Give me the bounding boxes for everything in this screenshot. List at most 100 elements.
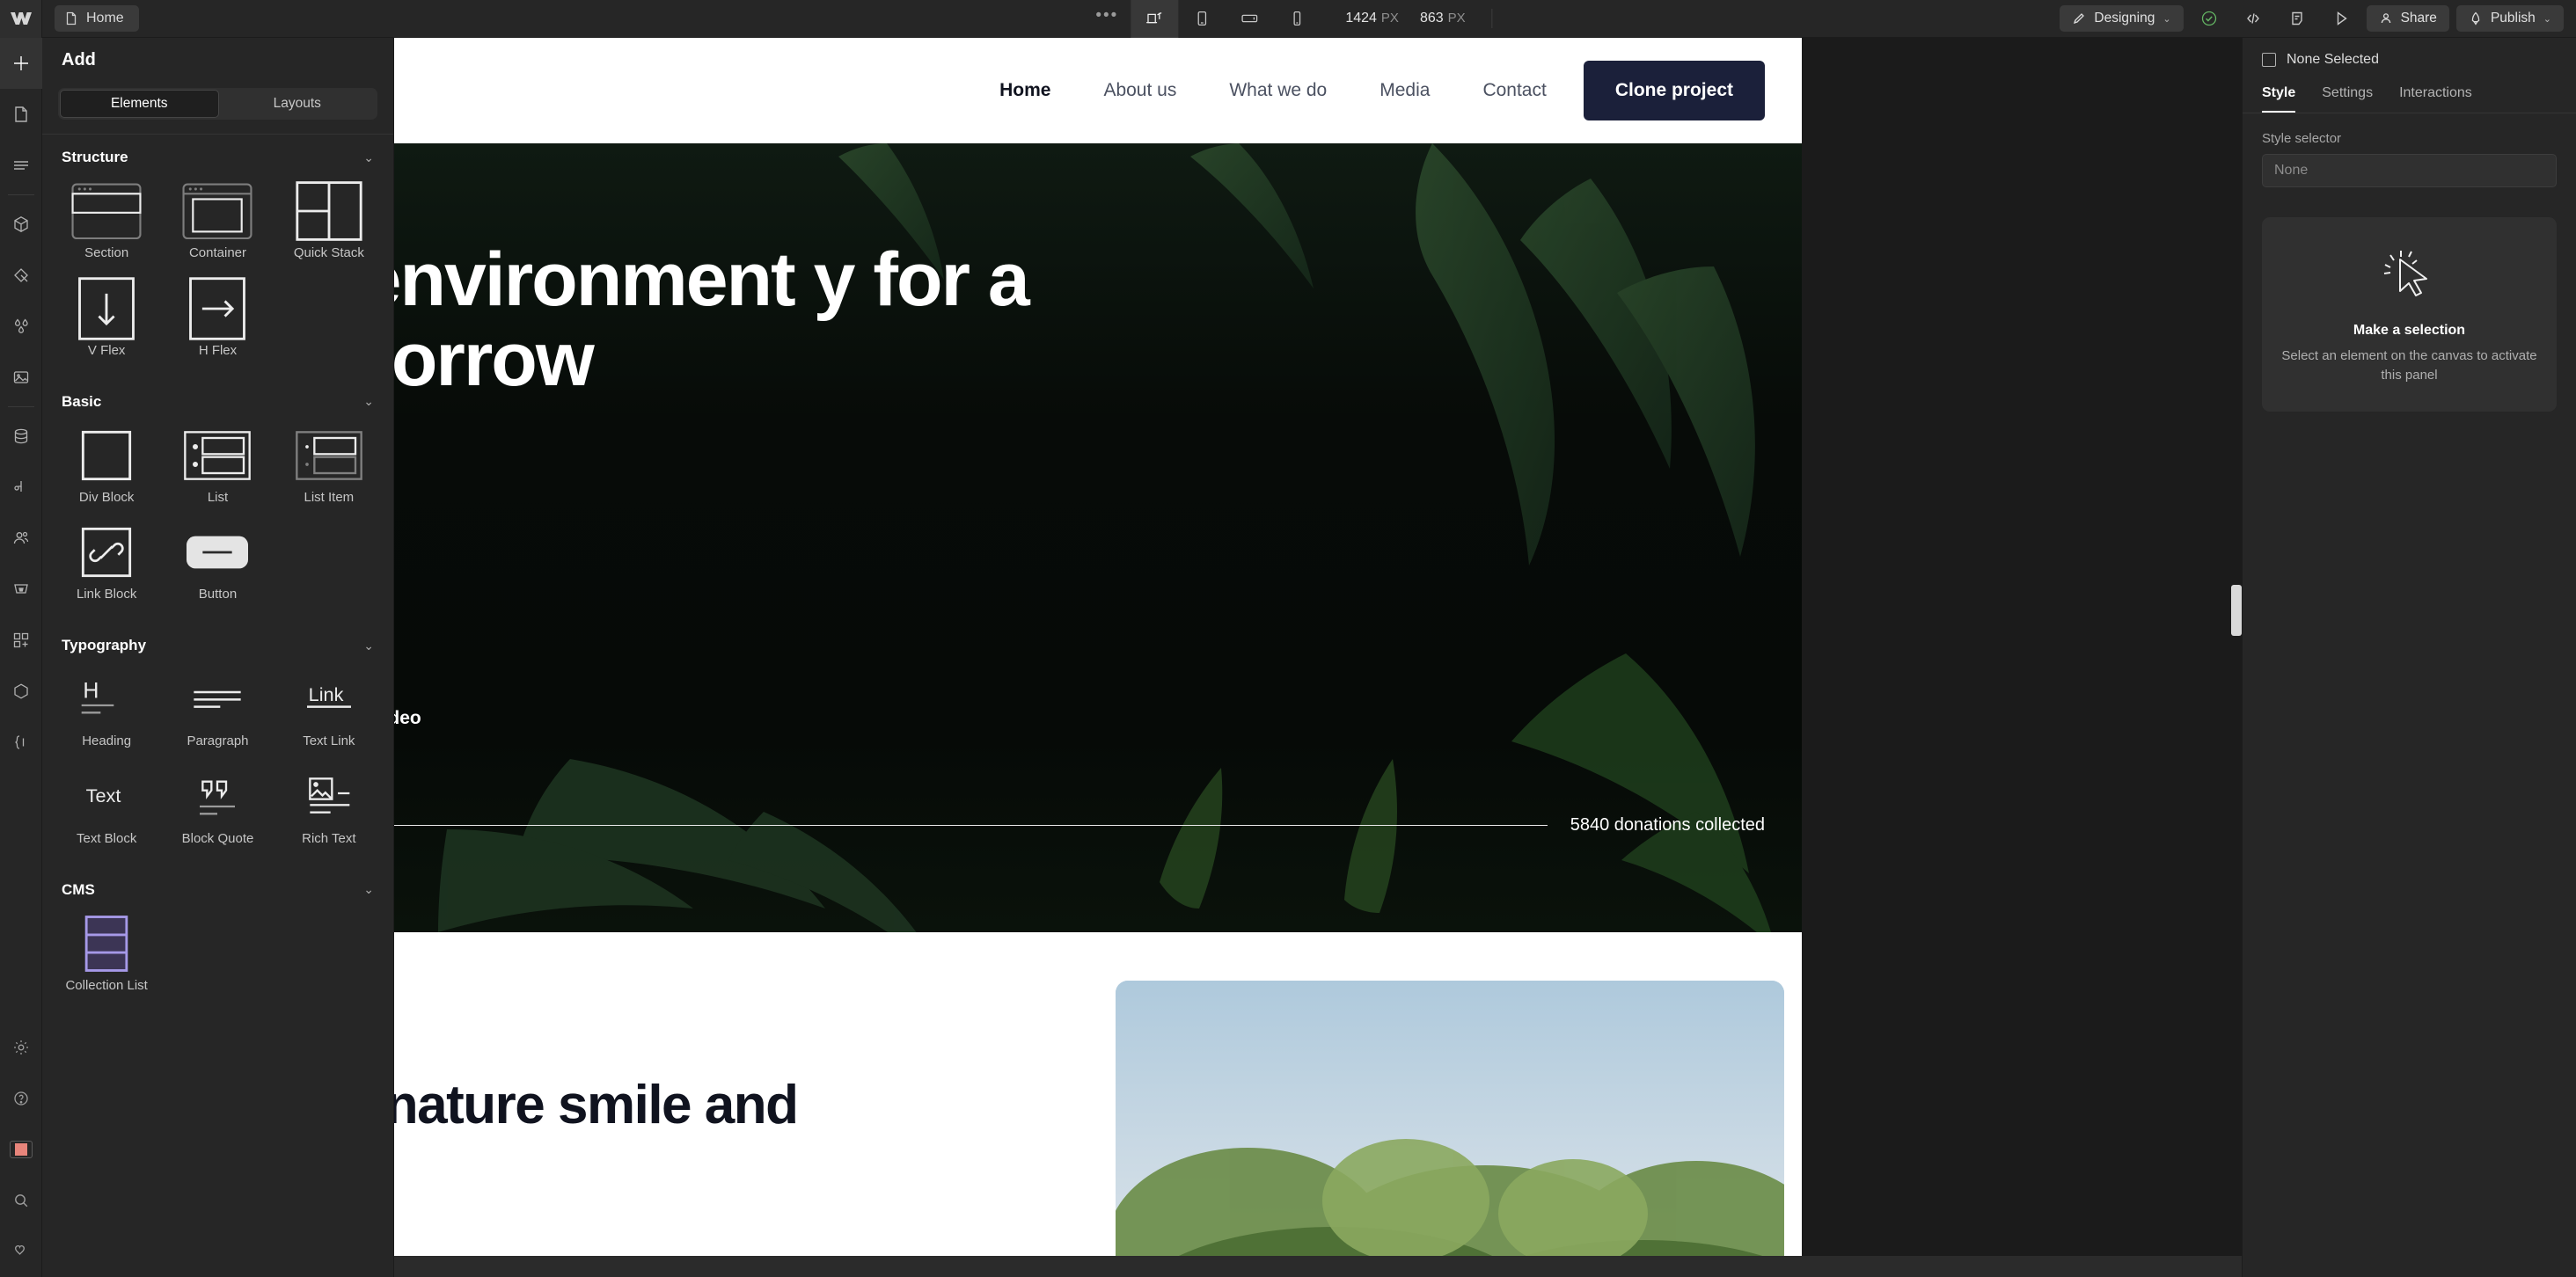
element-quick-stack[interactable]: Quick Stack bbox=[274, 175, 384, 273]
page-tab-home[interactable]: Home bbox=[55, 5, 139, 32]
mode-button[interactable]: Designing ⌄ bbox=[2060, 5, 2183, 32]
paragraph-icon bbox=[182, 672, 252, 726]
about-image[interactable] bbox=[1116, 981, 1784, 1277]
element-label: Quick Stack bbox=[294, 245, 364, 262]
element-text-block[interactable]: Text Text Block bbox=[51, 761, 162, 858]
element-button[interactable]: Button bbox=[162, 516, 273, 614]
text-block-icon: Text bbox=[71, 770, 142, 824]
element-paragraph[interactable]: Paragraph bbox=[162, 663, 273, 761]
group-header-cms[interactable]: CMS ⌄ bbox=[42, 867, 393, 902]
publish-button[interactable]: Publish ⌄ bbox=[2456, 5, 2564, 32]
nav-link-contact[interactable]: Contact bbox=[1482, 80, 1546, 101]
tablet-icon[interactable] bbox=[1178, 0, 1226, 38]
group-title: Typography bbox=[62, 637, 146, 654]
element-div-block[interactable]: Div Block bbox=[51, 420, 162, 517]
element-heading[interactable]: H Heading bbox=[51, 663, 162, 761]
element-label: Div Block bbox=[79, 490, 135, 507]
chevron-down-icon: ⌄ bbox=[363, 638, 374, 653]
element-container[interactable]: Container bbox=[162, 175, 273, 273]
share-button[interactable]: Share bbox=[2367, 5, 2449, 32]
play-video-button[interactable]: Play video bbox=[394, 705, 421, 732]
site-viewport[interactable]: eet Home About us What we do Media Conta… bbox=[394, 38, 1802, 1277]
toolbar-divider bbox=[1492, 9, 1493, 28]
about-section[interactable]: NOW ABOUT US We help nature smile and bbox=[394, 932, 1802, 1277]
hero-heading[interactable]: e the environment y for a better orrow bbox=[394, 240, 1228, 400]
sidebar-item-users[interactable] bbox=[0, 513, 42, 564]
sidebar-item-apps[interactable] bbox=[0, 615, 42, 666]
element-collection-list[interactable]: Collection List bbox=[51, 908, 162, 1005]
nav-link-media[interactable]: Media bbox=[1379, 80, 1430, 101]
canvas-resize-handle[interactable] bbox=[2231, 585, 2242, 636]
element-v-flex[interactable]: V Flex bbox=[51, 273, 162, 370]
viewport-height[interactable]: 863PX bbox=[1420, 11, 1466, 26]
person-icon bbox=[2379, 11, 2393, 26]
group-header-typography[interactable]: Typography ⌄ bbox=[42, 623, 393, 658]
cart-icon bbox=[11, 580, 31, 599]
site-navbar[interactable]: eet Home About us What we do Media Conta… bbox=[394, 38, 1802, 143]
code-icon[interactable] bbox=[2235, 3, 2272, 34]
sidebar-item-search[interactable] bbox=[0, 1175, 42, 1226]
style-selector-input[interactable]: None bbox=[2262, 154, 2557, 187]
viewport-controls: ••• 1424PX 863PX bbox=[1083, 0, 1492, 38]
element-list-item[interactable]: List Item bbox=[274, 420, 384, 517]
sidebar-item-variables[interactable] bbox=[0, 301, 42, 352]
clone-project-button[interactable]: Clone project bbox=[1584, 61, 1765, 120]
comment-icon[interactable] bbox=[2279, 3, 2316, 34]
element-text-link[interactable]: Link Text Link bbox=[274, 663, 384, 761]
element-block-quote[interactable]: Block Quote bbox=[162, 761, 273, 858]
tab-interactions[interactable]: Interactions bbox=[2399, 85, 2472, 113]
tab-elements[interactable]: Elements bbox=[60, 90, 219, 118]
rocket-icon bbox=[2469, 11, 2483, 26]
sidebar-item-help[interactable] bbox=[0, 1073, 42, 1124]
viewport-width[interactable]: 1424PX bbox=[1345, 11, 1399, 26]
nav-link-what-we-do[interactable]: What we do bbox=[1229, 80, 1327, 101]
element-section[interactable]: Section bbox=[51, 175, 162, 273]
sidebar-item-cms[interactable] bbox=[0, 411, 42, 462]
sidebar-item-pages[interactable] bbox=[0, 89, 42, 140]
gear-icon bbox=[11, 1038, 31, 1057]
left-icon-rail bbox=[0, 38, 42, 1277]
stat-right: 5840 donations collected bbox=[1570, 815, 1765, 836]
nav-link-about-us[interactable]: About us bbox=[1103, 80, 1176, 101]
users-icon bbox=[11, 529, 31, 548]
group-header-basic[interactable]: Basic ⌄ bbox=[42, 379, 393, 414]
sidebar-item-logic[interactable] bbox=[0, 462, 42, 513]
typography-grid: H Heading Paragraph Link Text Link Text bbox=[42, 658, 393, 867]
group-header-structure[interactable]: Structure ⌄ bbox=[42, 135, 393, 170]
hero-section[interactable]: e the environment y for a better orrow o… bbox=[394, 143, 1802, 932]
nav-link-home[interactable]: Home bbox=[999, 80, 1050, 101]
sidebar-item-settings[interactable] bbox=[0, 1022, 42, 1073]
element-rich-text[interactable]: Rich Text bbox=[274, 761, 384, 858]
element-label: Paragraph bbox=[187, 733, 248, 750]
tab-style[interactable]: Style bbox=[2262, 85, 2295, 113]
sidebar-item-style-manager[interactable] bbox=[0, 250, 42, 301]
grid-filler bbox=[274, 516, 384, 614]
desktop-icon[interactable] bbox=[1131, 0, 1178, 38]
sidebar-item-variables-braces[interactable] bbox=[0, 717, 42, 768]
selection-indicator: None Selected bbox=[2243, 38, 2576, 68]
sidebar-item-color-swatch[interactable] bbox=[0, 1124, 42, 1175]
sidebar-item-add-elements[interactable] bbox=[0, 38, 42, 89]
sidebar-item-assets[interactable] bbox=[0, 352, 42, 403]
sidebar-item-libraries[interactable] bbox=[0, 666, 42, 717]
preview-play-icon[interactable] bbox=[2323, 3, 2360, 34]
sidebar-item-audit[interactable] bbox=[0, 1226, 42, 1277]
webflow-logo-icon[interactable] bbox=[0, 0, 42, 38]
tab-settings[interactable]: Settings bbox=[2322, 85, 2373, 113]
sidebar-item-navigator[interactable] bbox=[0, 140, 42, 191]
element-list[interactable]: List bbox=[162, 420, 273, 517]
chevron-down-icon: ⌄ bbox=[363, 882, 374, 897]
design-canvas[interactable]: eet Home About us What we do Media Conta… bbox=[394, 38, 2242, 1277]
sidebar-item-ecommerce[interactable] bbox=[0, 564, 42, 615]
element-link-block[interactable]: Link Block bbox=[51, 516, 162, 614]
sidebar-item-components[interactable] bbox=[0, 199, 42, 250]
check-circle-icon[interactable] bbox=[2191, 3, 2228, 34]
mode-label: Designing bbox=[2094, 11, 2155, 26]
more-dots-icon[interactable]: ••• bbox=[1083, 0, 1131, 38]
mobile-portrait-icon[interactable] bbox=[1273, 0, 1321, 38]
tab-layouts[interactable]: Layouts bbox=[219, 90, 377, 118]
element-h-flex[interactable]: H Flex bbox=[162, 273, 273, 370]
logic-icon bbox=[11, 478, 31, 497]
mobile-landscape-icon[interactable] bbox=[1226, 0, 1273, 38]
list-item-icon bbox=[294, 428, 364, 483]
